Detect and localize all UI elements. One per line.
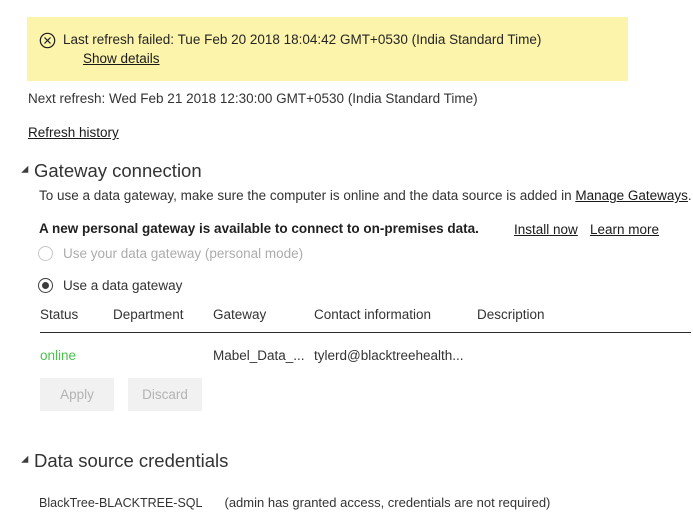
- column-header-gateway[interactable]: Gateway: [213, 307, 314, 333]
- cell-gateway: Mabel_Data_...: [213, 348, 305, 363]
- cell-description: [477, 333, 691, 364]
- learn-more-link[interactable]: Learn more: [590, 222, 659, 237]
- radio-option-personal-mode-label: Use your data gateway (personal mode): [63, 246, 304, 261]
- data-source-credentials-section-header[interactable]: Data source credentials: [21, 450, 229, 472]
- apply-button[interactable]: Apply: [40, 378, 114, 411]
- gateway-description-prefix: To use a data gateway, make sure the com…: [39, 188, 576, 203]
- cell-contact-information: tylerd@blacktreehealth...: [314, 348, 464, 363]
- gateway-connection-title: Gateway connection: [34, 160, 202, 181]
- radio-button-selected-icon: [38, 278, 53, 293]
- error-message-row: Last refresh failed: Tue Feb 20 2018 18:…: [39, 31, 541, 49]
- chevron-expanded-icon: [21, 455, 32, 467]
- error-message-text: Last refresh failed: Tue Feb 20 2018 18:…: [63, 32, 542, 47]
- gateway-action-buttons: Apply Discard: [40, 378, 202, 411]
- gateway-description: To use a data gateway, make sure the com…: [39, 188, 692, 203]
- radio-button-icon: [38, 246, 53, 261]
- credential-source-name: BlackTree-BLACKTREE-SQL: [39, 496, 203, 510]
- cell-status: online: [40, 348, 77, 363]
- personal-gateway-promo-text: A new personal gateway is available to c…: [39, 221, 479, 236]
- column-header-status[interactable]: Status: [40, 307, 113, 333]
- table-row[interactable]: online Mabel_Data_... tylerd@blacktreehe…: [40, 333, 691, 364]
- credential-status-note: (admin has granted access, credentials a…: [224, 495, 551, 510]
- discard-button[interactable]: Discard: [128, 378, 202, 411]
- manage-gateways-link[interactable]: Manage Gateways: [575, 188, 688, 203]
- table-header-row: Status Department Gateway Contact inform…: [40, 307, 691, 333]
- credential-entry-row: BlackTree-BLACKTREE-SQL (admin has grante…: [39, 495, 550, 510]
- chevron-expanded-icon: [21, 165, 32, 177]
- column-header-contact-information[interactable]: Contact information: [314, 307, 477, 333]
- refresh-error-banner: Last refresh failed: Tue Feb 20 2018 18:…: [27, 17, 628, 81]
- radio-option-data-gateway[interactable]: Use a data gateway: [38, 278, 182, 293]
- install-now-link[interactable]: Install now: [514, 222, 578, 237]
- cell-department: [113, 333, 213, 364]
- radio-option-personal-mode: Use your data gateway (personal mode): [38, 246, 303, 261]
- data-source-credentials-title: Data source credentials: [34, 450, 229, 471]
- error-circle-x-icon: [39, 32, 56, 49]
- gateway-table: Status Department Gateway Contact inform…: [40, 307, 691, 363]
- refresh-history-link[interactable]: Refresh history: [28, 125, 119, 140]
- show-details-link[interactable]: Show details: [83, 51, 160, 66]
- radio-option-data-gateway-label: Use a data gateway: [63, 278, 183, 293]
- column-header-department[interactable]: Department: [113, 307, 213, 333]
- gateway-description-suffix: .: [687, 188, 692, 203]
- gateway-connection-section-header[interactable]: Gateway connection: [21, 160, 202, 182]
- column-header-description[interactable]: Description: [477, 307, 691, 333]
- next-refresh-text: Next refresh: Wed Feb 21 2018 12:30:00 G…: [28, 91, 478, 106]
